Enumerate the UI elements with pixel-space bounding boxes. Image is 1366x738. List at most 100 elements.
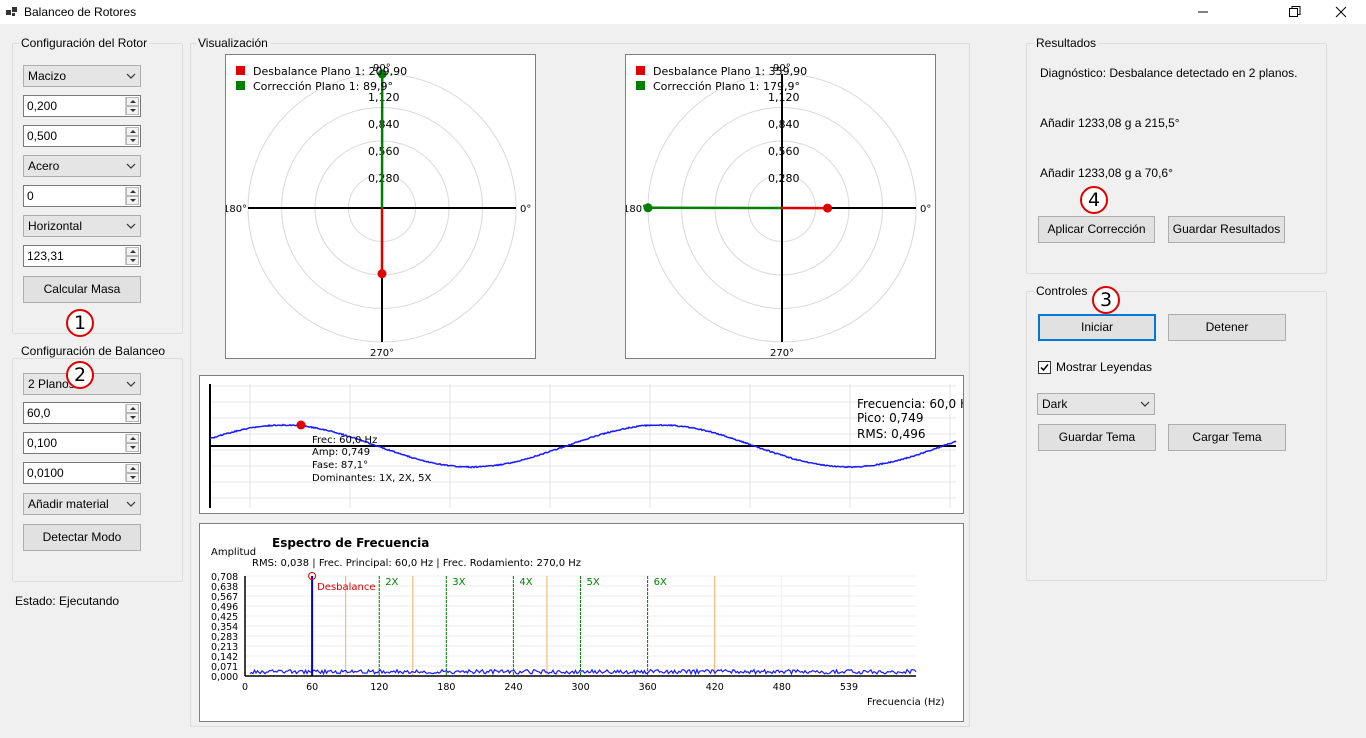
- stepper[interactable]: [125, 127, 139, 145]
- spin-up-icon[interactable]: [126, 97, 139, 106]
- start-button[interactable]: Iniciar: [1038, 314, 1156, 341]
- wave-info-peak: Pico: 0,749: [857, 411, 923, 425]
- spin-up-icon[interactable]: [126, 404, 139, 413]
- rotor-param-3-input[interactable]: 0: [23, 185, 141, 207]
- stepper[interactable]: [125, 97, 139, 115]
- spin-up-icon[interactable]: [126, 127, 139, 136]
- wave-tip-dominant: Dominantes: 1X, 2X, 5X: [312, 473, 431, 484]
- balance-param-3-value: 0,0100: [27, 466, 64, 480]
- wave-tip-phase: Fase: 87,1°: [312, 460, 368, 471]
- spectrum-x-tick: 420: [706, 682, 724, 693]
- stepper[interactable]: [125, 464, 139, 482]
- spin-up-icon[interactable]: [126, 187, 139, 196]
- polar-plot-1: 0,280 0,560 0,840 1,120 0° 90° 180° 270° Desbala…: [225, 54, 536, 359]
- stepper[interactable]: [125, 434, 139, 452]
- apply-correction-button[interactable]: Aplicar Corrección: [1038, 216, 1155, 243]
- diagnosis-text: Diagnóstico: Desbalance detectado en 2 p…: [1040, 66, 1298, 80]
- spectrum-x-tick: 240: [504, 682, 522, 693]
- minimize-button[interactable]: [1180, 0, 1226, 24]
- spectrum-harmonic-label: 6X: [654, 577, 667, 588]
- spin-down-icon[interactable]: [126, 443, 139, 452]
- orientation-value: Horizontal: [28, 219, 82, 233]
- stepper[interactable]: [125, 404, 139, 422]
- title-bar[interactable]: Balanceo de Rotores: [0, 0, 1366, 24]
- polar2-angle-0: 0°: [920, 204, 931, 215]
- show-legends-label[interactable]: Mostrar Leyendas: [1056, 360, 1152, 374]
- spin-down-icon[interactable]: [126, 196, 139, 205]
- plane1-correction-text: Añadir 1233,08 g a 215,5°: [1040, 116, 1180, 130]
- theme-value: Dark: [1042, 397, 1067, 411]
- chevron-down-icon: [126, 377, 136, 391]
- polar2-correction-vector-tip: [644, 203, 653, 212]
- spectrum-x-tick: 360: [639, 682, 657, 693]
- spin-down-icon[interactable]: [126, 136, 139, 145]
- check-icon: [1039, 362, 1050, 373]
- balance-config-title: Configuración de Balanceo: [19, 344, 167, 358]
- app-icon: [6, 6, 18, 18]
- polar1-legend-correction-swatch: [236, 81, 245, 90]
- window-title: Balanceo de Rotores: [24, 5, 136, 19]
- method-value: Añadir material: [28, 497, 109, 511]
- rotor-param-2-value: 0,500: [27, 129, 57, 143]
- save-results-button[interactable]: Guardar Resultados: [1168, 216, 1285, 243]
- polar2-legend-unbalance: Desbalance Plano 1: 359,90: [653, 65, 807, 78]
- wave-tip-amp: Amp: 0,749: [312, 447, 370, 458]
- load-theme-button[interactable]: Cargar Tema: [1168, 424, 1286, 451]
- plane2-correction-text: Añadir 1233,08 g a 70,6°: [1040, 166, 1173, 180]
- spectrum-xlabel: Frecuencia (Hz): [867, 697, 945, 708]
- polar-plot-2-svg: 0,2800,5600,8401,1200°90°180°270°Desbala…: [626, 55, 935, 358]
- polar1-angle-180: 180°: [226, 204, 247, 215]
- rotor-param-3-value: 0: [27, 189, 34, 203]
- balance-param-2-input[interactable]: 0,100: [23, 432, 141, 454]
- waveform-svg: Frec: 60,0 HzAmp: 0,749Fase: 87,1°Domina…: [200, 376, 963, 513]
- spectrum-plot: Espectro de Frecuencia Amplitud RMS: 0,038…: [199, 523, 964, 722]
- spectrum-subtitle: RMS: 0,038 | Frec. Principal: 60,0 Hz | …: [252, 558, 581, 569]
- close-button[interactable]: [1318, 0, 1364, 24]
- spin-down-icon[interactable]: [126, 473, 139, 482]
- save-theme-button[interactable]: Guardar Tema: [1038, 424, 1156, 451]
- spectrum-peak-label: Desbalance: [317, 582, 375, 593]
- restore-button[interactable]: [1272, 0, 1318, 24]
- balance-param-3-input[interactable]: 0,0100: [23, 462, 141, 484]
- chevron-down-icon: [126, 69, 136, 83]
- spectrum-svg: Espectro de Frecuencia AmplitudRMS: 0,038…: [200, 524, 963, 721]
- minimize-icon: [1198, 7, 1208, 17]
- orientation-select[interactable]: Horizontal: [23, 215, 141, 237]
- spectrum-x-tick: 0: [242, 682, 248, 693]
- spin-down-icon[interactable]: [126, 413, 139, 422]
- show-legends-checkbox[interactable]: [1038, 361, 1051, 374]
- detect-mode-button[interactable]: Detectar Modo: [23, 524, 141, 551]
- method-select[interactable]: Añadir material: [23, 493, 141, 515]
- theme-select[interactable]: Dark: [1037, 393, 1155, 415]
- spectrum-title: Espectro de Frecuencia: [272, 536, 429, 550]
- polar1-angle-0: 0°: [520, 204, 531, 215]
- polar1-legend-correction: Corrección Plano 1: 89,9°: [253, 80, 393, 93]
- spin-up-icon[interactable]: [126, 247, 139, 256]
- polar1-unbalance-vector-tip: [378, 269, 387, 278]
- stop-button[interactable]: Detener: [1168, 314, 1286, 341]
- chevron-down-icon: [126, 219, 136, 233]
- rotor-type-value: Macizo: [28, 69, 66, 83]
- stepper[interactable]: [125, 247, 139, 265]
- rotor-param-1-input[interactable]: 0,200: [23, 95, 141, 117]
- rotor-type-select[interactable]: Macizo: [23, 65, 141, 87]
- rotor-param-2-input[interactable]: 0,500: [23, 125, 141, 147]
- spectrum-x-tick: 480: [773, 682, 791, 693]
- spin-up-icon[interactable]: [126, 464, 139, 473]
- polar1-legend-unbalance: Desbalance Plano 1: 209,90: [253, 65, 407, 78]
- chevron-down-icon: [126, 497, 136, 511]
- spin-down-icon[interactable]: [126, 106, 139, 115]
- calculate-mass-button[interactable]: Calcular Masa: [23, 276, 141, 303]
- stepper[interactable]: [125, 187, 139, 205]
- chevron-down-icon: [126, 159, 136, 173]
- waveform-plot: Frec: 60,0 Hz Amp: 0,749 Fase: 87,1° Domina…: [199, 375, 964, 514]
- balance-param-1-input[interactable]: 60,0: [23, 402, 141, 424]
- rotor-param-4-input[interactable]: 123,31: [23, 245, 141, 267]
- spin-down-icon[interactable]: [126, 256, 139, 265]
- spin-up-icon[interactable]: [126, 434, 139, 443]
- material-select[interactable]: Acero: [23, 155, 141, 177]
- spectrum-harmonic-label: 5X: [587, 577, 600, 588]
- close-icon: [1335, 6, 1347, 18]
- step-marker-3: 3: [1092, 286, 1120, 314]
- polar2-legend-correction: Corrección Plano 1: 179,9°: [653, 80, 800, 93]
